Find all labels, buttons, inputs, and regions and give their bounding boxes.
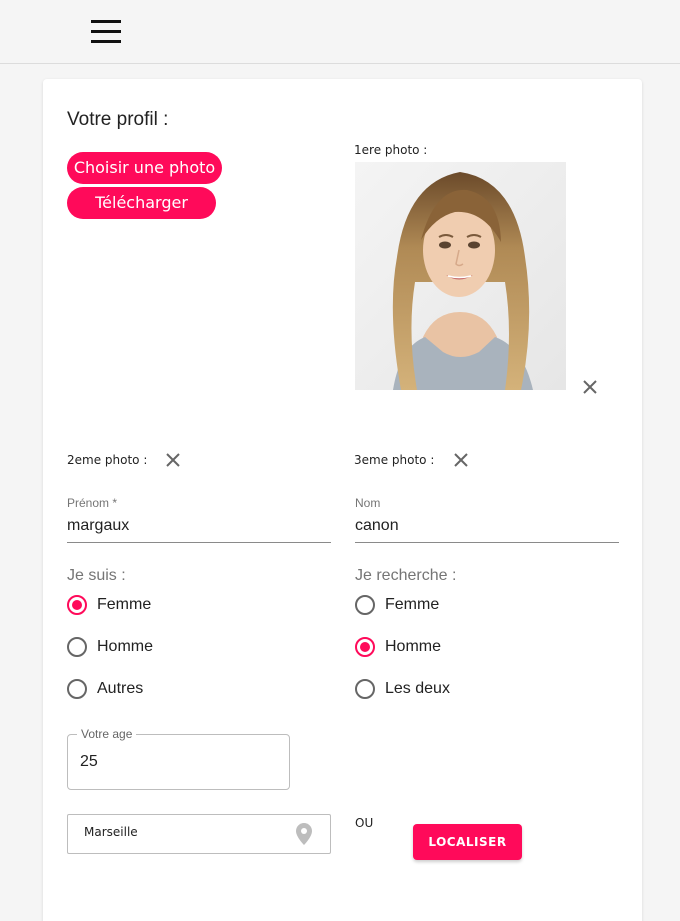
photo2-label: 2eme photo : [67, 453, 148, 467]
upload-button[interactable]: Télécharger [67, 187, 216, 219]
photo1-label: 1ere photo : [354, 143, 428, 157]
radio-checked[interactable] [355, 637, 375, 657]
radio-label: Femme [385, 596, 440, 613]
remove-photo3-close-icon[interactable] [452, 451, 470, 469]
age-input[interactable]: 25 [80, 753, 98, 771]
radio-unchecked[interactable] [355, 679, 375, 699]
city-input[interactable]: Marseille [84, 825, 138, 839]
radio-unchecked[interactable] [355, 595, 375, 615]
nom-underline [355, 542, 619, 543]
je-suis-option-autres[interactable]: Autres [67, 679, 143, 699]
radio-unchecked[interactable] [67, 679, 87, 699]
prenom-input[interactable]: margaux [67, 517, 129, 535]
radio-label: Les deux [385, 680, 450, 697]
localiser-button[interactable]: LOCALISER [413, 824, 522, 860]
radio-unchecked[interactable] [67, 637, 87, 657]
radio-label: Homme [97, 638, 154, 655]
je-recherche-label: Je recherche : [355, 567, 457, 584]
ou-label: OU [355, 816, 374, 830]
je-suis-option-homme[interactable]: Homme [67, 637, 153, 657]
page-title: Votre profil : [67, 109, 169, 130]
prenom-label: Prénom * [67, 496, 118, 510]
nom-input[interactable]: canon [355, 517, 399, 535]
profile-photo-1 [355, 162, 566, 390]
radio-checked[interactable] [67, 595, 87, 615]
je-recherche-option-les-deux[interactable]: Les deux [355, 679, 450, 699]
je-recherche-option-homme[interactable]: Homme [355, 637, 441, 657]
radio-label: Femme [97, 596, 152, 613]
nom-label: Nom [355, 496, 381, 510]
photo3-label: 3eme photo : [354, 453, 435, 467]
top-app-bar [0, 0, 680, 64]
location-pin-icon [296, 823, 312, 845]
je-suis-option-femme[interactable]: Femme [67, 595, 151, 615]
prenom-underline [67, 542, 331, 543]
je-recherche-option-femme[interactable]: Femme [355, 595, 439, 615]
je-suis-label: Je suis : [67, 567, 126, 584]
profile-card: Votre profil : Choisir une photo Télécha… [43, 79, 642, 921]
radio-label: Homme [385, 638, 442, 655]
choose-photo-button[interactable]: Choisir une photo [67, 152, 222, 184]
hamburger-menu-icon[interactable] [91, 20, 121, 44]
remove-photo1-close-icon[interactable] [581, 378, 599, 396]
radio-label: Autres [97, 680, 144, 697]
age-field[interactable] [67, 734, 290, 790]
age-label: Votre age [77, 727, 137, 741]
remove-photo2-close-icon[interactable] [164, 451, 182, 469]
